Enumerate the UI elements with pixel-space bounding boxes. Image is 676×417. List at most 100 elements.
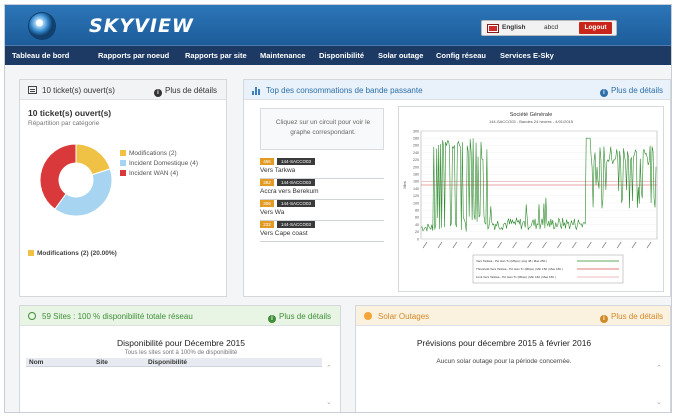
- app-frame: SKYVIEW English abcd Logout Tableau de b…: [4, 4, 672, 413]
- availability-subheading: Tous les sites sont à 100% de disponibil…: [124, 350, 238, 356]
- y-axis-label: Mbs: [402, 181, 407, 189]
- y-tick-label: 180: [413, 173, 419, 177]
- circuit-item[interactable]: 232 144-SACCO03 Vers Cape coast: [260, 221, 384, 242]
- nav-network-config[interactable]: Config réseau: [436, 51, 486, 60]
- y-tick-label: 0: [417, 237, 419, 241]
- column-header-name[interactable]: Nom: [29, 359, 43, 366]
- legend-swatch: [120, 160, 126, 166]
- bandwidth-details-link[interactable]: i Plus de détails: [600, 86, 663, 97]
- check-circle-icon: [28, 312, 36, 320]
- sun-icon: [364, 312, 372, 320]
- x-tick-mark: [452, 241, 458, 249]
- user-bar: English abcd Logout: [481, 20, 617, 36]
- circuit-name: Vers Wa: [260, 209, 285, 216]
- solar-panel: Solar Outages i Plus de détails Prévision…: [355, 305, 671, 412]
- circuit-item[interactable]: 382 144-SACCO03 Accra vers Berekum: [260, 179, 384, 200]
- bandwidth-chart: Société Générale 144-SACCO03 - Bandes 24 …: [398, 106, 664, 292]
- chart-subtitle: 144-SACCO03 - Bandes 24 heures - 4/01/20…: [489, 119, 574, 124]
- x-tick-mark: [542, 241, 547, 249]
- globe-logo-icon: [29, 13, 55, 39]
- nav-maintenance[interactable]: Maintenance: [260, 51, 305, 60]
- app-logo-text: SKYVIEW: [89, 15, 194, 37]
- circuit-value-badge: 306: [260, 200, 274, 207]
- y-tick-label: 160: [413, 180, 419, 184]
- legend-item-domestic: Incident Domestique (4): [120, 160, 198, 167]
- solar-details-label: Plus de détails: [611, 312, 664, 321]
- circuit-hint-box: Cliquez sur un circuit pour voir le grap…: [260, 108, 384, 150]
- y-tick-label: 60: [415, 216, 419, 220]
- availability-heading: Disponibilité pour Décembre 2015: [116, 338, 246, 348]
- legend-item-wan: Incident WAN (4): [120, 170, 178, 177]
- nav-node-reports[interactable]: Rapports par noeud: [98, 51, 169, 60]
- nav-dashboard[interactable]: Tableau de bord: [12, 51, 69, 60]
- tickets-panel-header: 10 ticket(s) ouvert(s) i Plus de détails: [20, 80, 226, 100]
- circuit-name: Vers Tarkwa: [260, 167, 296, 174]
- nav-availability[interactable]: Disponibilité: [319, 51, 364, 60]
- x-tick-mark: [601, 241, 607, 249]
- bandwidth-panel-title: Top des consommations de bande passante: [266, 86, 423, 95]
- y-tick-label: 260: [413, 144, 419, 148]
- x-tick-mark: [422, 241, 428, 249]
- bandwidth-details-label: Plus de détails: [611, 86, 664, 95]
- solar-panel-title: Solar Outages: [378, 312, 430, 321]
- tickets-count-heading: 10 ticket(s) ouvert(s): [28, 108, 112, 118]
- circuit-code-badge: 144-SACCO03: [277, 200, 315, 207]
- nav-solar-outage[interactable]: Solar outage: [378, 51, 423, 60]
- bandwidth-chart-svg: Société Générale144-SACCO03 - Bandes 24 …: [402, 112, 658, 284]
- circuit-item[interactable]: 455 144-SACCO03 Vers Tarkwa: [260, 158, 384, 179]
- x-tick-mark: [646, 241, 652, 249]
- scroll-up-arrow-icon[interactable]: ⌃: [326, 364, 332, 372]
- bar-chart-icon: [252, 87, 262, 95]
- solar-forecast-heading: Prévisions pour décembre 2015 à février …: [416, 338, 592, 348]
- sites-details-link[interactable]: i Plus de détails: [268, 312, 331, 323]
- x-tick-mark: [482, 241, 488, 249]
- sites-panel-title: 59 Sites : 100 % disponibilité totale ré…: [42, 312, 193, 321]
- x-tick-mark: [631, 241, 637, 249]
- circuit-name: Accra vers Berekum: [260, 188, 319, 195]
- solar-panel-header: Solar Outages i Plus de détails: [356, 306, 670, 326]
- app-header: SKYVIEW English abcd Logout: [5, 5, 671, 45]
- legend-swatch: [120, 170, 126, 176]
- main-nav: Tableau de bord Rapports par noeud Rappo…: [5, 45, 671, 65]
- column-header-availability[interactable]: Disponibilité: [148, 359, 187, 366]
- username: abcd: [544, 24, 559, 31]
- circuit-code-badge: 144-SACCO03: [277, 221, 315, 228]
- circuit-code-badge: 144-SACCO03: [277, 179, 315, 186]
- x-tick-mark: [527, 241, 532, 249]
- legend-label: Threshold Vers Tarkwa - Pic Han Tx (Mbps…: [476, 267, 563, 271]
- nav-site-reports[interactable]: Rapports par site: [185, 51, 247, 60]
- info-icon: i: [600, 89, 608, 97]
- circuit-value-badge: 232: [260, 221, 274, 228]
- y-tick-label: 300: [413, 129, 419, 133]
- scroll-down-arrow-icon[interactable]: ⌄: [656, 398, 662, 406]
- column-header-site[interactable]: Site: [96, 359, 108, 366]
- tickets-donut-chart: [39, 143, 113, 217]
- y-tick-label: 220: [413, 158, 419, 162]
- sites-details-label: Plus de détails: [279, 312, 332, 321]
- info-icon: i: [268, 315, 276, 323]
- circuit-item[interactable]: 306 144-SACCO03 Vers Wa: [260, 200, 384, 221]
- y-tick-label: 40: [415, 223, 419, 227]
- legend-swatch: [120, 150, 126, 156]
- solar-details-link[interactable]: i Plus de détails: [600, 312, 663, 323]
- bandwidth-panel-header: Top des consommations de bande passante …: [244, 80, 670, 100]
- x-tick-mark: [557, 241, 562, 249]
- tickets-details-link[interactable]: i Plus de détails: [154, 86, 217, 97]
- sites-table-header: Nom Site Disponibilité: [26, 358, 322, 367]
- scroll-up-arrow-icon[interactable]: ⌃: [656, 364, 662, 372]
- logout-button[interactable]: Logout: [579, 22, 612, 34]
- flag-icon: [487, 24, 499, 33]
- y-tick-label: 80: [415, 209, 419, 213]
- language-selector[interactable]: English: [502, 24, 525, 31]
- circuit-hint-text: Cliquez sur un circuit pour voir le grap…: [275, 119, 371, 136]
- tickets-selection-footer: Modifications (2) (20.00%): [28, 250, 117, 257]
- y-tick-label: 140: [413, 187, 419, 191]
- nav-esky-services[interactable]: Services E-Sky: [500, 51, 554, 60]
- scroll-down-arrow-icon[interactable]: ⌄: [326, 398, 332, 406]
- sites-panel-header: 59 Sites : 100 % disponibilité totale ré…: [20, 306, 340, 326]
- tickets-subtitle: Répartition par catégorie: [28, 120, 100, 127]
- tickets-panel: 10 ticket(s) ouvert(s) i Plus de détails …: [19, 79, 227, 297]
- y-tick-label: 240: [413, 151, 419, 155]
- tickets-details-label: Plus de détails: [165, 86, 218, 95]
- circuit-code-badge: 144-SACCO03: [277, 158, 315, 165]
